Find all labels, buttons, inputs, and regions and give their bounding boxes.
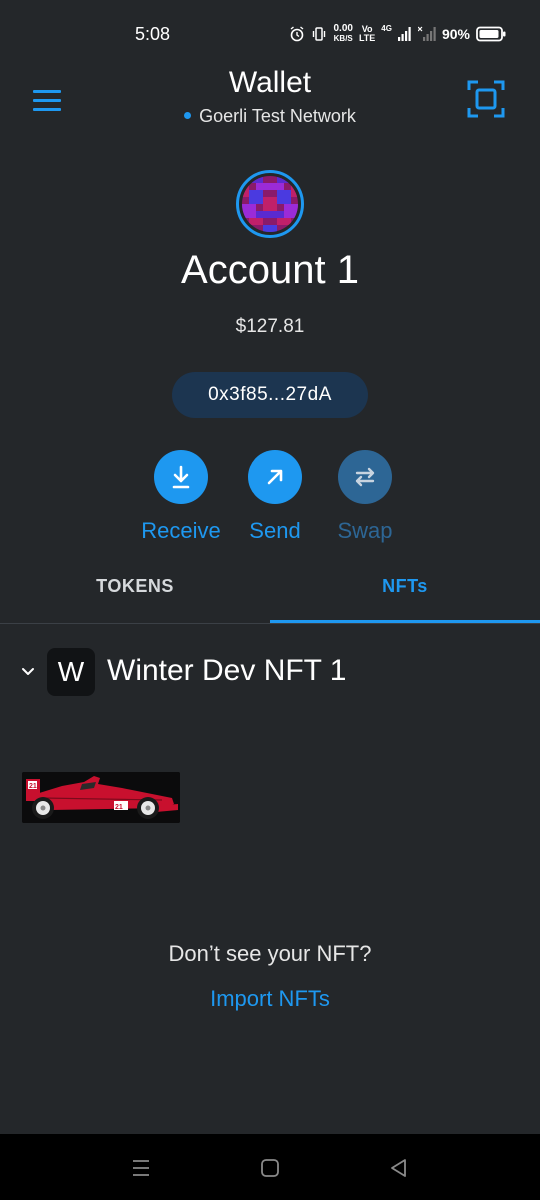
active-tab-indicator	[270, 620, 540, 623]
account-avatar[interactable]	[236, 170, 304, 238]
collection-badge: W	[47, 648, 95, 696]
send-icon-circle[interactable]	[248, 450, 302, 504]
receive-icon	[172, 465, 190, 489]
nft-item[interactable]: 21 21	[22, 772, 180, 823]
account-name[interactable]: Account 1	[0, 248, 540, 293]
import-nfts-link[interactable]: Import NFTs	[0, 986, 540, 1012]
send-label: Send	[249, 518, 301, 543]
speed-unit: KB/S	[333, 34, 353, 43]
signal-icon	[397, 27, 411, 41]
tab-tokens[interactable]: TOKENS	[0, 560, 270, 624]
battery-icon	[476, 26, 506, 42]
race-car-nft-image: 21 21	[22, 772, 180, 823]
network-name: Goerli Test Network	[199, 106, 356, 126]
swap-icon-circle[interactable]	[338, 450, 392, 504]
battery-percent: 90%	[441, 26, 470, 42]
alarm-icon	[291, 26, 304, 42]
swap-button[interactable]: Swap	[326, 450, 404, 544]
account-address-button[interactable]: 0x3f85...27dA	[172, 372, 368, 418]
speed-value: 0.00	[333, 23, 353, 34]
network-selector[interactable]: Goerli Test Network	[0, 106, 540, 127]
volte-bottom: LTE	[358, 33, 376, 43]
recent-apps-icon[interactable]	[127, 1154, 155, 1182]
swap-icon	[355, 467, 375, 487]
collection-name[interactable]: Winter Dev NFT 1	[107, 654, 347, 688]
signal-weak-icon	[417, 26, 436, 41]
swap-label: Swap	[337, 518, 393, 543]
asset-tabs: TOKENS NFTs	[0, 560, 540, 624]
svg-text:21: 21	[29, 783, 37, 790]
status-icons: 0.00 KB/S Vo LTE 4G 90%	[289, 22, 506, 46]
receive-button[interactable]: Receive	[136, 450, 226, 544]
svg-text:21: 21	[115, 804, 123, 811]
receive-label: Receive	[141, 518, 221, 543]
network-speed: 0.00 KB/S	[333, 24, 352, 44]
status-time: 5:08	[135, 24, 171, 44]
home-icon[interactable]	[256, 1154, 284, 1182]
vibrate-icon	[313, 27, 326, 41]
receive-icon-circle[interactable]	[154, 450, 208, 504]
back-icon[interactable]	[385, 1154, 413, 1182]
send-button[interactable]: Send	[235, 450, 315, 544]
page-title: Wallet	[228, 66, 312, 99]
network-status-dot	[184, 111, 192, 119]
system-nav-bar	[0, 1134, 540, 1200]
qr-scan-icon[interactable]	[467, 79, 505, 119]
missing-nft-prompt: Don’t see your NFT?	[168, 941, 372, 966]
tab-nfts[interactable]: NFTs	[270, 560, 540, 624]
account-balance: $127.81	[235, 316, 305, 337]
identicon	[242, 176, 298, 232]
status-bar: 5:08 0.00 KB/S Vo LTE 4G 90%	[0, 0, 540, 70]
send-arrow-icon	[267, 469, 283, 485]
chevron-down-icon[interactable]	[20, 664, 36, 680]
volte-badge: Vo LTE	[359, 25, 375, 43]
network-type: 4G	[381, 23, 392, 33]
